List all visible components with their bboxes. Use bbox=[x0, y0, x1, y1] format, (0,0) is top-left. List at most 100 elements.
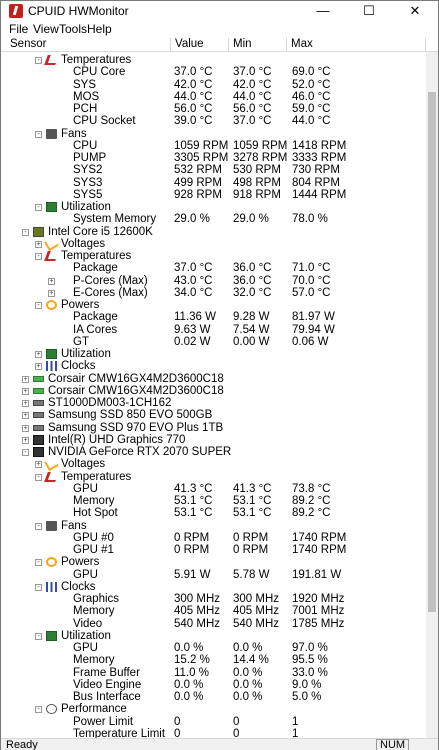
collapse-icon[interactable]: - bbox=[35, 632, 42, 640]
sensor-row[interactable]: Temperature Limit 0 0 1 bbox=[1, 728, 426, 738]
sensor-row[interactable]: SYS3 499 RPM 498 RPM 804 RPM bbox=[1, 177, 426, 189]
sensor-tree[interactable]: - Temperatures CPU Core 37.0 °C 37.0 °C 69.0 … bbox=[1, 52, 426, 738]
sensor-row[interactable]: MOS 44.0 °C 44.0 °C 46.0 °C bbox=[1, 91, 426, 103]
tree-group-row[interactable]: - Utilization bbox=[1, 630, 426, 642]
expand-icon[interactable]: + bbox=[22, 387, 29, 395]
sensor-value: 0.0 % bbox=[174, 678, 204, 691]
close-button[interactable]: ✕ bbox=[392, 1, 438, 21]
sensor-row[interactable]: SYS5 928 RPM 918 RPM 1444 RPM bbox=[1, 189, 426, 201]
sensor-row[interactable]: + P-Cores (Max) 43.0 °C 36.0 °C 70.0 °C bbox=[1, 275, 426, 287]
sensor-row[interactable]: Memory 53.1 °C 53.1 °C 89.2 °C bbox=[1, 495, 426, 507]
sensor-row[interactable]: GPU 41.3 °C 41.3 °C 73.8 °C bbox=[1, 483, 426, 495]
expand-icon[interactable]: + bbox=[22, 400, 29, 407]
sensor-name: SYS2 bbox=[73, 164, 103, 177]
tree-group-row[interactable]: - Powers bbox=[1, 556, 426, 568]
menu-view[interactable]: View bbox=[33, 22, 59, 36]
tree-group-row[interactable]: + Voltages bbox=[1, 236, 426, 251]
sensor-row[interactable]: PCH 56.0 °C 56.0 °C 59.0 °C bbox=[1, 103, 426, 115]
expand-icon[interactable]: + bbox=[22, 424, 29, 432]
sensor-row[interactable]: GPU 0.0 % 0.0 % 97.0 % bbox=[1, 642, 426, 654]
sensor-row[interactable]: CPU Socket 39.0 °C 37.0 °C 44.0 °C bbox=[1, 115, 426, 127]
vertical-scrollbar[interactable] bbox=[426, 52, 438, 738]
sensor-row[interactable]: + E-Cores (Max) 34.0 °C 32.0 °C 57.0 °C bbox=[1, 287, 426, 299]
sensor-row[interactable]: Memory 405 MHz 405 MHz 7001 MHz bbox=[1, 605, 426, 617]
collapse-icon[interactable]: - bbox=[22, 449, 29, 456]
collapse-icon[interactable]: - bbox=[35, 522, 42, 530]
sensor-row[interactable]: GPU #0 0 RPM 0 RPM 1740 RPM bbox=[1, 532, 426, 544]
tree-group-row[interactable]: - Fans bbox=[1, 520, 426, 532]
sensor-row[interactable]: Package 37.0 °C 36.0 °C 71.0 °C bbox=[1, 262, 426, 274]
tree-group-row[interactable]: - Powers bbox=[1, 299, 426, 311]
collapse-icon[interactable]: - bbox=[35, 57, 42, 64]
tree-group-row[interactable]: + Corsair CMW16GX4M2D3600C18 bbox=[1, 373, 426, 385]
tree-group-row[interactable]: - Intel Core i5 12600K bbox=[1, 226, 426, 238]
expand-icon[interactable]: + bbox=[48, 289, 55, 297]
tree-group-row[interactable]: + Clocks bbox=[1, 360, 426, 372]
expand-icon[interactable]: + bbox=[35, 461, 42, 469]
collapse-icon[interactable]: - bbox=[22, 228, 29, 236]
tree-group-row[interactable]: + Utilization bbox=[1, 348, 426, 360]
sensor-max: 52.0 °C bbox=[292, 78, 331, 91]
column-min[interactable]: Min bbox=[229, 38, 287, 52]
tree-group-row[interactable]: - Clocks bbox=[1, 581, 426, 593]
minimize-button[interactable]: — bbox=[300, 1, 346, 21]
tree-group-row[interactable]: - Fans bbox=[1, 128, 426, 140]
sensor-row[interactable]: Video Engine 0.0 % 0.0 % 9.0 % bbox=[1, 679, 426, 691]
sensor-row[interactable]: Package 11.36 W 9.28 W 81.97 W bbox=[1, 311, 426, 323]
collapse-icon[interactable]: - bbox=[35, 473, 42, 481]
sensor-row[interactable]: Frame Buffer 11.0 % 0.0 % 33.0 % bbox=[1, 667, 426, 679]
collapse-icon[interactable]: - bbox=[35, 130, 42, 138]
collapse-icon[interactable]: - bbox=[35, 204, 42, 211]
sensor-row[interactable]: SYS 42.0 °C 42.0 °C 52.0 °C bbox=[1, 79, 426, 91]
scrollbar-thumb[interactable] bbox=[428, 92, 436, 612]
expand-icon[interactable]: + bbox=[35, 351, 42, 358]
tree-group-row[interactable]: + ST1000DM003-1CH162 bbox=[1, 397, 426, 409]
collapse-icon[interactable]: - bbox=[35, 302, 42, 309]
column-sensor[interactable]: Sensor bbox=[6, 38, 171, 52]
tree-group-row[interactable]: - NVIDIA GeForce RTX 2070 SUPER bbox=[1, 446, 426, 458]
collapse-icon[interactable]: - bbox=[35, 583, 42, 591]
sensor-row[interactable]: GPU #1 0 RPM 0 RPM 1740 RPM bbox=[1, 544, 426, 556]
sensor-row[interactable]: CPU Core 37.0 °C 37.0 °C 69.0 °C bbox=[1, 66, 426, 78]
collapse-icon[interactable]: - bbox=[35, 253, 42, 260]
column-value[interactable]: Value bbox=[171, 38, 229, 52]
sensor-row[interactable]: SYS2 532 RPM 530 RPM 730 RPM bbox=[1, 164, 426, 176]
column-max[interactable]: Max bbox=[287, 38, 426, 52]
menu-tools[interactable]: Tools bbox=[59, 22, 87, 36]
expand-icon[interactable]: + bbox=[35, 363, 42, 371]
expand-icon[interactable]: + bbox=[22, 375, 29, 383]
collapse-icon[interactable]: - bbox=[35, 559, 42, 567]
expand-icon[interactable]: + bbox=[22, 436, 29, 444]
menu-file[interactable]: File bbox=[9, 22, 28, 36]
expand-icon[interactable]: + bbox=[35, 240, 42, 248]
sensor-row[interactable]: Hot Spot 53.1 °C 53.1 °C 89.2 °C bbox=[1, 507, 426, 519]
tree-group-row[interactable]: - Performance bbox=[1, 703, 426, 715]
sensor-row[interactable]: CPU 1059 RPM 1059 RPM 1418 RPM bbox=[1, 140, 426, 152]
tree-group-row[interactable]: + Samsung SSD 850 EVO 500GB bbox=[1, 409, 426, 421]
sensor-row[interactable]: Graphics 300 MHz 300 MHz 1920 MHz bbox=[1, 593, 426, 605]
maximize-button[interactable]: ☐ bbox=[346, 1, 392, 21]
sensor-min: 540 MHz bbox=[233, 617, 280, 630]
sensor-row[interactable]: GT 0.02 W 0.00 W 0.06 W bbox=[1, 336, 426, 348]
title-bar[interactable]: CPUID HWMonitor — ☐ ✕ bbox=[1, 1, 438, 21]
sensor-row[interactable]: Video 540 MHz 540 MHz 1785 MHz bbox=[1, 618, 426, 630]
sensor-row[interactable]: PUMP 3305 RPM 3278 RPM 3333 RPM bbox=[1, 152, 426, 164]
menu-help[interactable]: Help bbox=[87, 22, 112, 36]
tree-group-row[interactable]: - Temperatures bbox=[1, 250, 426, 262]
tree-group-row[interactable]: - Temperatures bbox=[1, 471, 426, 483]
sensor-row[interactable]: IA Cores 9.63 W 7.54 W 79.94 W bbox=[1, 324, 426, 336]
tree-group-row[interactable]: + Voltages bbox=[1, 457, 426, 472]
tree-group-row[interactable]: + Intel(R) UHD Graphics 770 bbox=[1, 434, 426, 446]
sensor-row[interactable]: Bus Interface 0.0 % 0.0 % 5.0 % bbox=[1, 691, 426, 703]
collapse-icon[interactable]: - bbox=[35, 706, 42, 714]
tree-group-row[interactable]: + Corsair CMW16GX4M2D3600C18 bbox=[1, 385, 426, 397]
tree-group-row[interactable]: - Temperatures bbox=[1, 54, 426, 66]
tree-group-row[interactable]: - Utilization bbox=[1, 201, 426, 213]
sensor-row[interactable]: GPU 5.91 W 5.78 W 191.81 W bbox=[1, 569, 426, 581]
tree-group-row[interactable]: + Samsung SSD 970 EVO Plus 1TB bbox=[1, 422, 426, 434]
sensor-row[interactable]: Power Limit 0 0 1 bbox=[1, 716, 426, 728]
sensor-row[interactable]: Memory 15.2 % 14.4 % 95.5 % bbox=[1, 654, 426, 666]
expand-icon[interactable]: + bbox=[48, 277, 55, 285]
sensor-row[interactable]: System Memory 29.0 % 29.0 % 78.0 % bbox=[1, 213, 426, 225]
expand-icon[interactable]: + bbox=[22, 412, 29, 420]
